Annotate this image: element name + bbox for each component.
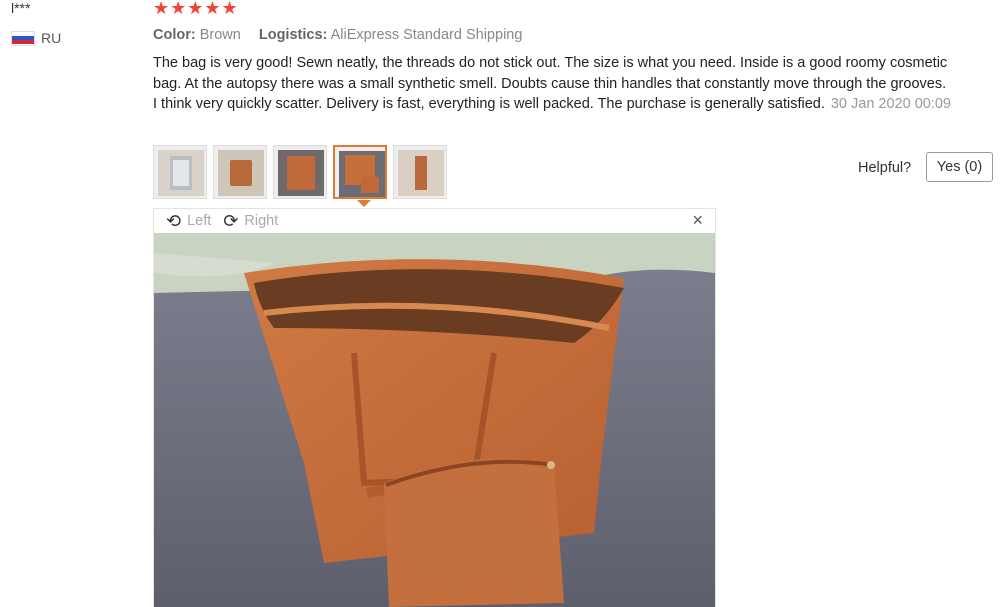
reviewer-country: RU — [11, 30, 61, 46]
rotate-right-label: Right — [244, 213, 279, 229]
thumbnail-image — [158, 150, 204, 196]
helpful-label: Helpful? — [858, 160, 912, 176]
rotate-left-label: Left — [187, 213, 212, 229]
bag-photo-image — [154, 233, 715, 607]
review-thumbnail[interactable] — [153, 145, 207, 199]
thumbnail-image — [218, 150, 264, 196]
review-thumbnails — [153, 145, 447, 199]
image-viewer: ⟲ Left ⟳ Right × — [153, 208, 716, 607]
rotate-left-button[interactable]: ⟲ Left — [166, 211, 211, 232]
review-thumbnail[interactable] — [213, 145, 267, 199]
review-text: The bag is very good! Sewn neatly, the t… — [153, 55, 948, 112]
helpful-yes-button[interactable]: Yes (0) — [926, 152, 993, 182]
rotate-left-icon: ⟲ — [166, 210, 182, 231]
close-icon[interactable]: × — [692, 210, 703, 231]
rotate-right-icon: ⟳ — [223, 210, 239, 231]
selected-thumbnail-pointer — [357, 200, 371, 207]
color-label: Color: — [153, 27, 196, 43]
rotate-right-button[interactable]: ⟳ Right — [223, 211, 278, 232]
logistics-value: AliExpress Standard Shipping — [330, 27, 523, 43]
thumbnail-image — [278, 150, 324, 196]
thumbnail-image — [339, 151, 385, 197]
review-thumbnail-selected[interactable] — [333, 145, 387, 199]
rating-stars: ★★★★★ — [153, 0, 239, 18]
review-text-block: The bag is very good! Sewn neatly, the t… — [153, 53, 953, 115]
logistics-label: Logistics: — [258, 27, 328, 43]
review-date: 30 Jan 2020 00:09 — [830, 96, 951, 112]
order-attributes: Color: Brown Logistics: AliExpress Stand… — [153, 27, 536, 43]
review-thumbnail[interactable] — [273, 145, 327, 199]
color-value: Brown — [199, 27, 241, 43]
russia-flag-icon — [11, 30, 35, 46]
country-code: RU — [41, 30, 62, 46]
image-viewer-toolbar: ⟲ Left ⟳ Right × — [154, 209, 715, 233]
review-photo — [154, 233, 715, 607]
reviewer-name: l*** — [11, 0, 31, 16]
review-thumbnail[interactable] — [393, 145, 447, 199]
thumbnail-image — [398, 150, 444, 196]
